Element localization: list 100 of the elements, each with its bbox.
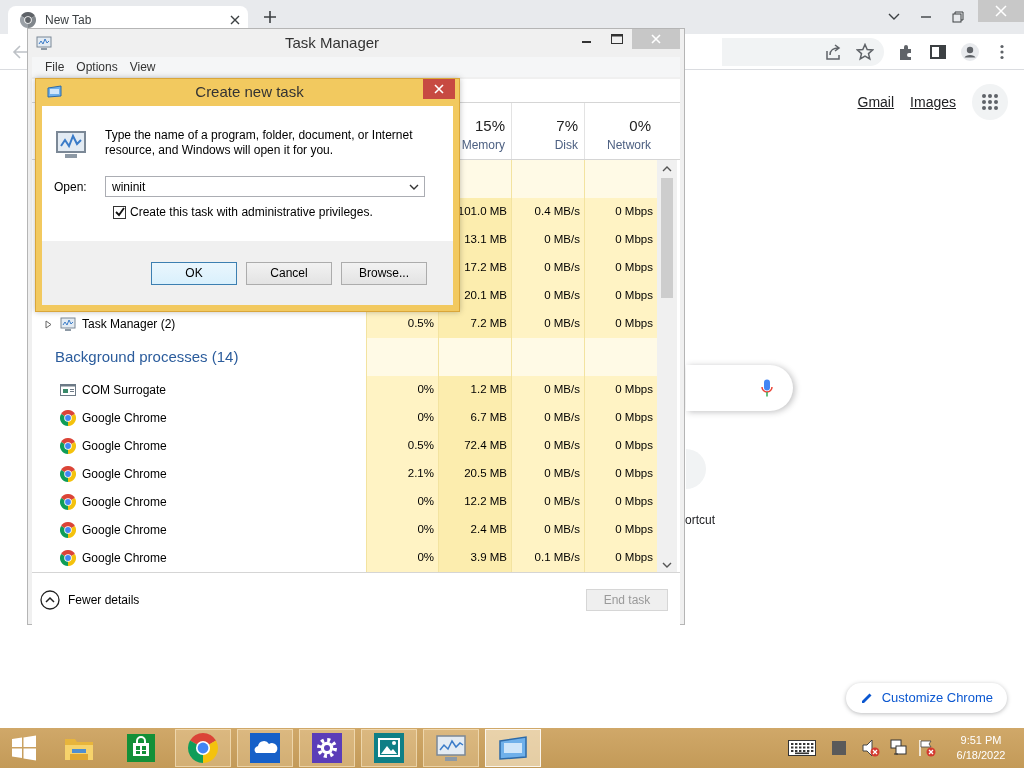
- table-cell: 0.4 MB/s: [511, 198, 584, 226]
- shortcut-label[interactable]: ortcut: [685, 511, 715, 529]
- table-cell: 0 Mbps: [584, 460, 657, 488]
- header-link[interactable]: Gmail: [857, 91, 895, 113]
- expand-arrow-icon[interactable]: [45, 319, 52, 329]
- table-cell: 1.2 MB: [438, 376, 511, 404]
- process-name[interactable]: Google Chrome: [82, 521, 167, 539]
- scroll-down-icon[interactable]: [662, 562, 672, 568]
- table-cell: 0 MB/s: [511, 376, 584, 404]
- customize-button[interactable]: Customize Chrome: [845, 683, 1007, 713]
- table-cell: 0 MB/s: [511, 516, 584, 544]
- table-cell: 2.1%: [366, 460, 438, 488]
- table-cell: 0 MB/s: [511, 460, 584, 488]
- process-name[interactable]: Google Chrome: [82, 409, 167, 427]
- process-name[interactable]: Google Chrome: [82, 437, 167, 455]
- group-header[interactable]: Background processes (14): [45, 345, 239, 369]
- column-header[interactable]: Disk: [554, 136, 578, 154]
- windows-logo-icon[interactable]: [11, 735, 37, 761]
- table-cell: 0%: [366, 488, 438, 516]
- menu-item[interactable]: Options: [70, 58, 124, 76]
- process-name[interactable]: Google Chrome: [82, 493, 167, 511]
- table-cell: 7.2 MB: [438, 310, 511, 338]
- header-link[interactable]: Images: [910, 91, 956, 113]
- keyboard-icon[interactable]: [788, 740, 816, 756]
- checkbox-label[interactable]: Create this task with administrative privileges.: [130, 203, 373, 221]
- taskbar-button[interactable]: [175, 729, 231, 767]
- browser-icon: [60, 438, 76, 454]
- process-name[interactable]: Task Manager (2): [82, 315, 176, 333]
- column-header[interactable]: Network: [607, 136, 651, 154]
- new-tab-icon[interactable]: [263, 10, 277, 24]
- taskbar-button[interactable]: [237, 729, 293, 767]
- table-cell: 0 Mbps: [584, 254, 657, 282]
- shortcut-tile[interactable]: [686, 449, 706, 489]
- table-cell: 0%: [366, 516, 438, 544]
- table-cell: 72.4 MB: [438, 432, 511, 460]
- star-icon[interactable]: [856, 42, 874, 61]
- monitor-graph-icon[interactable]: [435, 733, 467, 763]
- process-name[interactable]: Google Chrome: [82, 465, 167, 483]
- column-percent: 15%: [474, 116, 505, 136]
- shopping-bag-icon[interactable]: [127, 734, 155, 762]
- speaker-muted-icon[interactable]: [862, 739, 880, 757]
- close-button[interactable]: [423, 79, 455, 99]
- process-name[interactable]: Google Chrome: [82, 549, 167, 567]
- dialog-title: Create new task: [194, 81, 305, 102]
- table-cell: 0%: [366, 544, 438, 572]
- open-field[interactable]: wininit: [105, 176, 425, 197]
- window-icon: [46, 84, 62, 100]
- close-icon[interactable]: [230, 15, 240, 25]
- table-cell: 0.1 MB/s: [511, 544, 584, 572]
- monitor-graph-icon: [36, 35, 52, 51]
- table-cell: 2.4 MB: [438, 516, 511, 544]
- table-cell: 0 Mbps: [584, 516, 657, 544]
- table-cell: 0 Mbps: [584, 432, 657, 460]
- share-icon[interactable]: [824, 42, 842, 61]
- address-bar[interactable]: [722, 37, 884, 66]
- browser-icon: [60, 466, 76, 482]
- taskbar-button[interactable]: [299, 729, 355, 767]
- apps-grid-icon[interactable]: [982, 94, 998, 110]
- browser-icon[interactable]: [188, 733, 218, 763]
- fewer-details-button[interactable]: Fewer details: [40, 590, 140, 610]
- table-cell: 0 MB/s: [511, 488, 584, 516]
- taskbar-button[interactable]: [361, 729, 417, 767]
- flag-alert-icon[interactable]: [918, 739, 936, 757]
- window-icon[interactable]: [497, 734, 529, 762]
- collapse-icon[interactable]: [40, 590, 60, 610]
- apps-button[interactable]: [972, 84, 1008, 120]
- menu-item[interactable]: File: [39, 58, 71, 76]
- pencil-icon: [859, 691, 874, 705]
- cloud-icon[interactable]: [250, 733, 280, 763]
- restore-icon[interactable]: [951, 10, 965, 24]
- table-cell: 0.5%: [366, 432, 438, 460]
- scroll-up-icon[interactable]: [662, 166, 672, 172]
- process-name[interactable]: COM Surrogate: [82, 381, 167, 399]
- browser-icon: [60, 550, 76, 566]
- microphone-icon[interactable]: [761, 379, 773, 397]
- dialog-button[interactable]: Browse...: [341, 261, 427, 285]
- gear-icon[interactable]: [312, 733, 342, 763]
- table-cell: 0 Mbps: [584, 488, 657, 516]
- scrollbar[interactable]: [657, 160, 677, 572]
- browser-logo-icon: [20, 12, 36, 28]
- dialog-button[interactable]: OK: [151, 261, 237, 285]
- checkbox[interactable]: [113, 205, 126, 219]
- network-icon[interactable]: [890, 739, 908, 757]
- profile-icon[interactable]: [961, 42, 979, 61]
- scroll-thumb[interactable]: [661, 178, 673, 298]
- table-cell: 0 MB/s: [511, 254, 584, 282]
- monitor-graph-icon: [54, 128, 88, 160]
- side-panel-icon[interactable]: [929, 42, 947, 61]
- maximize-icon[interactable]: [611, 34, 623, 44]
- menu-item[interactable]: View: [123, 58, 162, 76]
- table-cell: 0 Mbps: [584, 282, 657, 310]
- picture-icon[interactable]: [374, 733, 404, 763]
- table-cell: 0 Mbps: [584, 226, 657, 254]
- column-header[interactable]: Memory: [461, 136, 505, 154]
- dialog-button[interactable]: Cancel: [246, 261, 332, 285]
- table-cell: 0 MB/s: [511, 282, 584, 310]
- table-cell: 0%: [366, 404, 438, 432]
- table-cell: 0%: [366, 376, 438, 404]
- instruction-text: Type the name of a program, folder, document, or Internet resource, and Windows will open it for you.: [105, 128, 414, 158]
- column-percent: 0%: [629, 116, 651, 136]
